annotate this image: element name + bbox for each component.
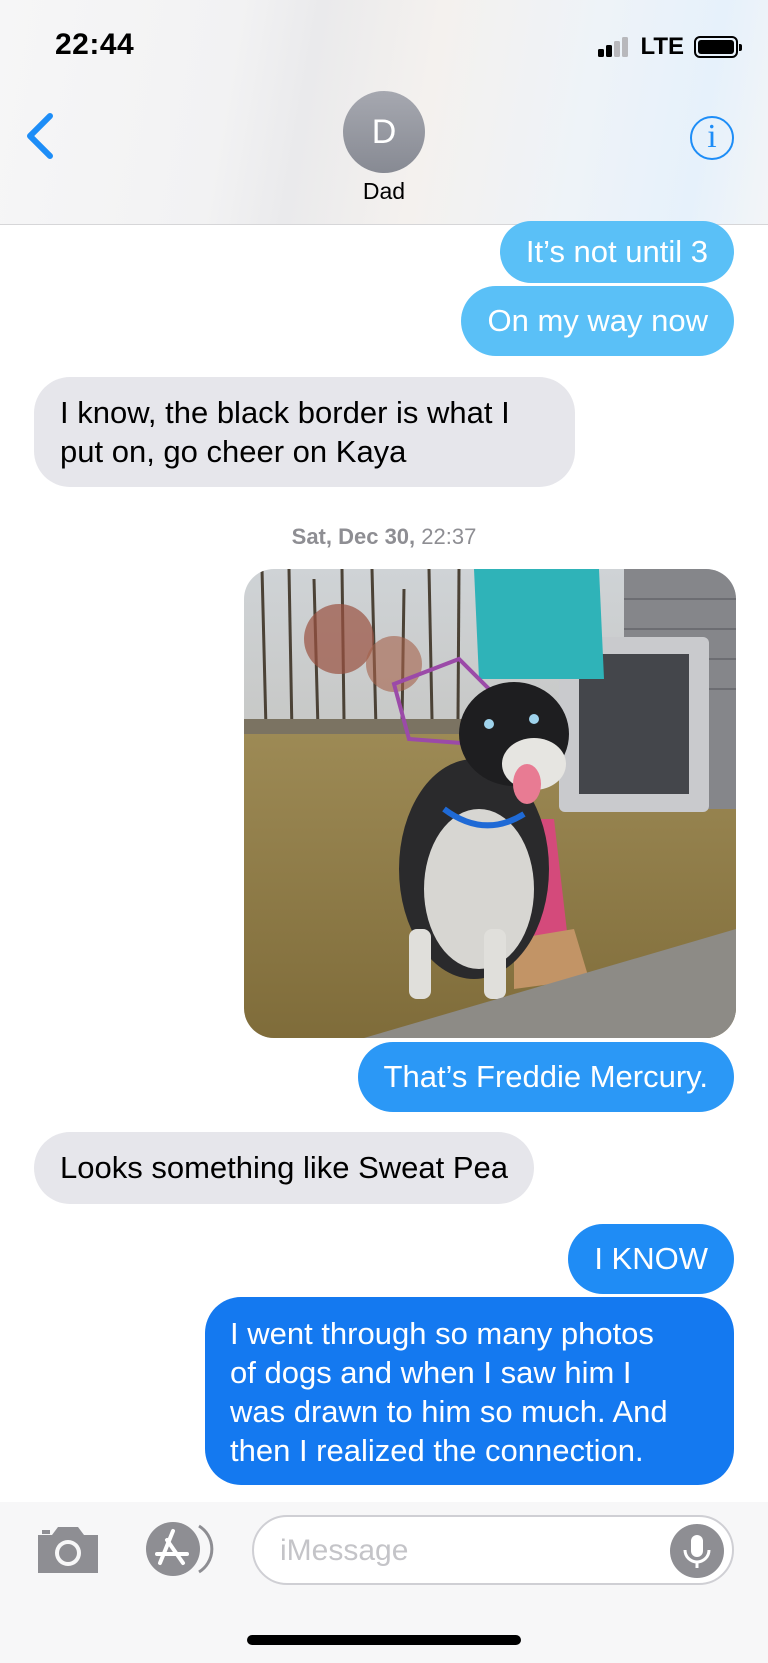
conversation-header: 22:44 LTE D Dad i [0,0,768,225]
dog-photo-image [244,569,736,1038]
dog-photo[interactable] [244,569,736,1038]
camera-button[interactable] [34,1523,102,1575]
message-text-line: was drawn to him so much. And [230,1394,668,1429]
message-bubble[interactable]: Looks something like Sweat Pea [24,1132,535,1204]
message-bubble[interactable]: I went through so many photos of dogs an… [205,1297,742,1485]
contact-name[interactable]: Dad [284,178,484,205]
message-text: That’s Freddie Mercury. [383,1059,708,1094]
message-text: On my way now [487,303,708,338]
app-store-icon [146,1522,214,1576]
message-text-line: then I realized the connection. [230,1433,644,1468]
info-button[interactable]: i [690,116,734,160]
message-input-placeholder: iMessage [280,1534,409,1567]
app-store-button[interactable] [143,1520,217,1578]
message-text-line: of dogs and when I saw him I [230,1355,632,1390]
message-bubble[interactable]: I KNOW [568,1224,734,1294]
camera-icon [38,1527,98,1573]
message-text: I KNOW [594,1241,708,1276]
message-input[interactable]: iMessage [252,1515,734,1585]
message-bubble[interactable]: That’s Freddie Mercury. [357,1042,743,1112]
conversation-timestamp: Sat, Dec 30, 22:37 [0,524,768,550]
signal-strength-icon [598,34,638,60]
message-text: It’s not until 3 [525,234,708,269]
back-button[interactable] [20,108,60,164]
contact-avatar[interactable]: D [343,91,425,173]
timestamp-time: 22:37 [421,524,477,549]
network-type: LTE [640,33,684,60]
timestamp-day: Sat, Dec 30, [291,524,416,549]
battery-icon [694,36,742,58]
microphone-icon [683,1535,711,1568]
message-text-line: put on, go cheer on Kaya [60,434,407,469]
message-bubble[interactable]: On my way now [461,286,742,356]
chevron-left-icon [27,113,53,159]
message-bubble[interactable]: I know, the black border is what I put o… [25,377,575,487]
status-time: 22:44 [55,28,135,61]
message-bubble[interactable]: It’s not until 3 [499,221,734,283]
status-indicators: LTE [598,32,742,62]
home-indicator[interactable] [247,1635,521,1645]
message-text: Looks something like Sweat Pea [60,1150,509,1185]
microphone-button[interactable] [670,1524,724,1578]
message-text-line: I know, the black border is what I [60,395,510,430]
message-text-line: I went through so many photos [230,1316,654,1351]
